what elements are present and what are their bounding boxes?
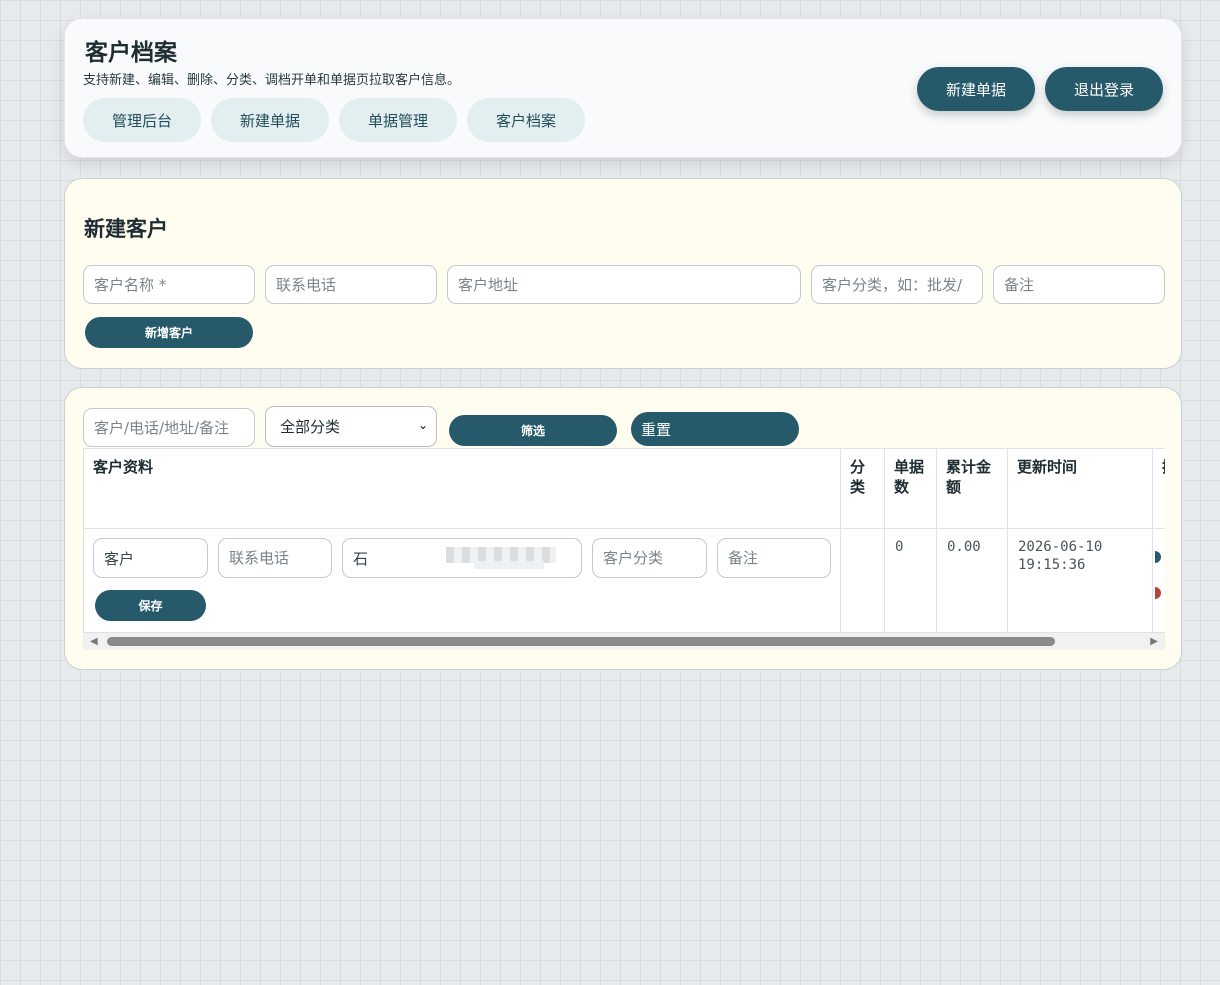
header-updated-at: 更新时间	[1007, 448, 1153, 529]
header-order-count: 单据数	[884, 448, 937, 529]
header-customer-info: 客户资料	[83, 448, 841, 529]
scroll-right-icon[interactable]: ▶	[1150, 635, 1158, 648]
nav-customer-records[interactable]: 客户档案	[467, 98, 585, 142]
customer-name-input[interactable]	[83, 265, 255, 304]
logout-button[interactable]: 退出登录	[1045, 67, 1163, 111]
nav-admin[interactable]: 管理后台	[83, 98, 201, 142]
row-category-input[interactable]	[592, 538, 707, 578]
phone-input[interactable]	[265, 265, 437, 304]
note-input[interactable]	[993, 265, 1165, 304]
new-customer-title: 新建客户	[84, 216, 168, 241]
category-input[interactable]	[811, 265, 983, 304]
category-select[interactable]: 全部分类 ⌄	[265, 406, 437, 447]
row-phone-input[interactable]	[218, 538, 332, 578]
nav-order-management[interactable]: 单据管理	[339, 98, 457, 142]
table-header-row: 客户资料 分类 单据数 累计金额 更新时间 操	[83, 448, 1165, 529]
updated-at-cell: 2026-06-10 19:15:36	[1007, 528, 1153, 633]
edit-action-button[interactable]	[1155, 551, 1161, 563]
new-order-button[interactable]: 新建单据	[917, 67, 1035, 111]
header-category: 分类	[840, 448, 885, 529]
scrollbar-thumb[interactable]	[107, 637, 1055, 646]
filter-button[interactable]: 筛选	[449, 415, 617, 446]
new-customer-card: 新建客户 新增客户	[64, 178, 1182, 369]
address-input[interactable]	[447, 265, 801, 304]
customer-table-wrap: 客户资料 分类 单据数 累计金额 更新时间 操	[83, 448, 1165, 648]
save-button[interactable]: 保存	[95, 590, 206, 621]
header-card: 客户档案 支持新建、编辑、删除、分类、调档开单和单据页拉取客户信息。 管理后台 …	[64, 18, 1182, 158]
nav-bar: 管理后台 新建单据 单据管理 客户档案	[83, 98, 585, 142]
add-customer-button[interactable]: 新增客户	[85, 317, 253, 348]
order-count-cell: 0	[884, 528, 937, 633]
category-select-value: 全部分类	[280, 418, 341, 436]
scroll-left-icon[interactable]: ◀	[90, 635, 98, 648]
nav-new-order[interactable]: 新建单据	[211, 98, 329, 142]
redacted-address-fragment	[474, 561, 544, 569]
horizontal-scrollbar[interactable]: ◀ ▶	[83, 633, 1165, 650]
reset-button[interactable]: 重置	[631, 412, 799, 446]
table-row: 保存 0 0.00 2026-06-10 19:15:36	[83, 528, 1165, 633]
row-note-input[interactable]	[717, 538, 831, 578]
category-cell	[840, 528, 885, 633]
actions-cell	[1152, 528, 1165, 633]
total-amount-cell: 0.00	[936, 528, 1008, 633]
header-total-amount: 累计金额	[936, 448, 1008, 529]
chevron-down-icon: ⌄	[417, 418, 428, 432]
header-actions: 新建单据 退出登录	[917, 67, 1163, 111]
page-title: 客户档案	[85, 39, 177, 66]
header-actions: 操	[1152, 448, 1165, 529]
customer-table: 客户资料 分类 单据数 累计金额 更新时间 操	[83, 448, 1165, 633]
customer-list-card: 全部分类 ⌄ 筛选 重置 客户资料 分类 单据数 累计金额 更新时间 操	[64, 387, 1182, 670]
page-subtitle: 支持新建、编辑、删除、分类、调档开单和单据页拉取客户信息。	[83, 73, 461, 88]
customer-search-input[interactable]	[83, 408, 255, 447]
delete-action-button[interactable]	[1155, 587, 1161, 599]
customer-info-cell: 保存	[83, 528, 841, 633]
row-name-input[interactable]	[93, 538, 208, 578]
